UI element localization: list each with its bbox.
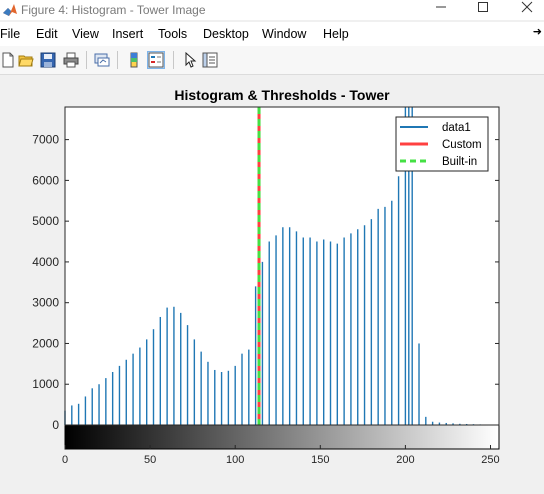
x-tick-label: 100 — [226, 454, 244, 466]
insert-legend-icon[interactable] — [147, 51, 165, 69]
menu-insert[interactable]: Insert — [112, 27, 143, 41]
window-titlebar: Figure 4: Histogram - Tower Image — [0, 0, 544, 20]
toolbar-separator — [173, 51, 174, 69]
y-tick-label: 2000 — [32, 336, 59, 350]
y-tick-label: 1000 — [32, 377, 59, 391]
chart-title: Histogram & Thresholds - Tower — [174, 87, 390, 103]
matlab-logo-icon — [3, 4, 17, 16]
menu-tools[interactable]: Tools — [158, 27, 187, 41]
new-figure-icon[interactable] — [0, 52, 16, 68]
close-icon — [521, 1, 533, 13]
property-inspector-icon[interactable] — [202, 52, 218, 68]
menu-view[interactable]: View — [72, 27, 99, 41]
figure-toolbar — [0, 46, 544, 75]
print-icon[interactable] — [63, 52, 79, 68]
edit-plot-arrow-icon[interactable] — [182, 52, 198, 68]
histogram-chart[interactable]: Histogram & Thresholds - Tower 010002000… — [0, 75, 544, 489]
toolbar-separator — [117, 51, 118, 69]
x-tick-label: 150 — [311, 454, 329, 466]
y-tick-label: 6000 — [32, 173, 59, 187]
insert-colorbar-icon[interactable] — [126, 52, 142, 68]
toolbar-separator — [86, 51, 87, 69]
link-plot-icon[interactable] — [94, 52, 110, 68]
maximize-button[interactable] — [468, 0, 498, 20]
y-tick-label: 4000 — [32, 255, 59, 269]
grayscale-colorbar — [64, 424, 500, 450]
menu-file[interactable]: File — [0, 27, 20, 41]
x-tick-label: 200 — [396, 454, 414, 466]
legend-label-builtin: Built-in — [442, 156, 477, 168]
save-icon[interactable] — [40, 52, 56, 68]
minimize-button[interactable] — [426, 0, 456, 20]
y-tick-label: 5000 — [32, 214, 59, 228]
y-tick-label: 0 — [52, 418, 59, 432]
legend-label-data1: data1 — [442, 122, 471, 134]
figure-canvas: Histogram & Thresholds - Tower 0 1000 2000… — [0, 75, 544, 489]
close-button[interactable] — [512, 0, 542, 20]
y-tick-label: 7000 — [32, 133, 59, 147]
x-tick-label: 250 — [481, 454, 499, 466]
menu-bar: File Edit View Insert Tools Desktop Wind… — [0, 22, 544, 46]
dock-arrow-icon[interactable]: ➜ — [533, 25, 542, 38]
menu-help[interactable]: Help — [323, 27, 349, 41]
menu-desktop[interactable]: Desktop — [203, 27, 249, 41]
y-tick-label: 3000 — [32, 296, 59, 310]
window-title: Figure 4: Histogram - Tower Image — [21, 3, 206, 17]
legend-label-custom: Custom — [442, 139, 482, 151]
x-tick-label: 0 — [62, 454, 68, 466]
legend[interactable]: data1 Custom Built-in — [395, 116, 489, 172]
open-file-icon[interactable] — [18, 52, 34, 68]
menu-edit[interactable]: Edit — [36, 27, 58, 41]
x-tick-label: 50 — [144, 454, 156, 466]
maximize-icon — [478, 2, 488, 12]
minimize-icon — [436, 6, 446, 8]
menu-window[interactable]: Window — [262, 27, 306, 41]
